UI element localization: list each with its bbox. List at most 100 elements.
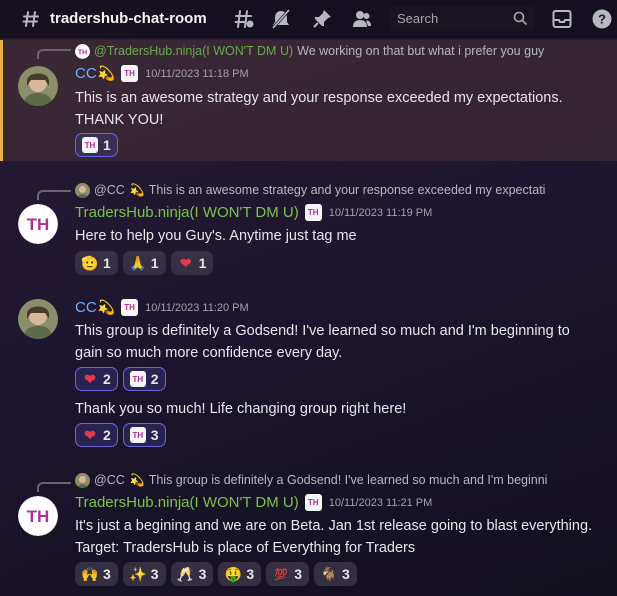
threads-hash-icon [20,8,42,30]
reaction-count: 3 [150,566,159,582]
goat-icon: 🐐 [320,565,338,582]
reply-preview[interactable]: TH @TradersHub.ninja(I WON'T DM U) We wo… [75,43,567,59]
reaction-count: 3 [150,427,159,443]
username[interactable]: CC [75,299,97,316]
sparkle-icon: 💫 [129,183,145,197]
reaction-heart[interactable]: ❤ 2 [75,367,118,391]
money-face-icon: 🤑 [224,565,243,582]
message[interactable]: @CC 💫 This is an awesome strategy and yo… [0,178,617,278]
reaction-count: 3 [341,566,350,582]
reaction-th[interactable]: TH 3 [122,423,166,447]
reaction-heart[interactable]: ❤ 2 [75,423,118,447]
avatar[interactable] [18,299,58,339]
heart-icon: ❤ [179,254,192,271]
message-text: Here to help you Guy's. Anytime just tag… [75,228,357,244]
message[interactable]: CC 💫 TH 10/11/2023 11:20 PM This group i… [0,292,617,452]
reply-preview[interactable]: @CC 💫 This is an awesome strategy and yo… [75,182,567,198]
username[interactable]: TradersHub.ninja(I WON'T DM U) [75,204,299,221]
reaction-th[interactable]: TH 1 [75,133,118,157]
sparkles-icon: ✨ [129,565,147,582]
notification-bell-muted-icon[interactable] [270,8,292,30]
message-text: This group is definitely a Godsend! I've… [75,323,570,361]
username[interactable]: TradersHub.ninja(I WON'T DM U) [75,494,299,511]
th-logo-icon: TH [129,370,147,388]
reply-connector [37,190,71,200]
reactions: TH 1 [75,133,118,157]
th-logo-icon: TH [81,136,99,154]
search-input[interactable]: Search [389,6,535,31]
reaction-hundred[interactable]: 💯 3 [266,562,309,586]
reaction-raised-hands[interactable]: 🙌 3 [75,562,118,586]
reaction-th[interactable]: TH 2 [122,367,166,391]
reply-avatar: TH [75,43,90,59]
reply-text: We working on that but what i prefer you… [297,44,545,58]
th-tag-icon: TH [121,65,139,82]
sparkle-icon: 💫 [97,299,116,315]
reactions: 🫡 1 🙏 1 ❤ 1 [75,251,214,275]
reaction-money-face[interactable]: 🤑 3 [218,562,262,586]
reaction-count: 1 [198,255,207,271]
reaction-count: 3 [294,566,302,582]
avatar[interactable] [18,66,58,106]
message-header: CC 💫 TH 10/11/2023 11:20 PM [75,299,249,316]
svg-text:?: ? [598,12,606,27]
pray-icon: 🙏 [129,254,147,271]
members-icon[interactable] [351,8,373,30]
reaction-goat[interactable]: 🐐 3 [313,562,357,586]
reaction-count: 3 [198,566,207,582]
timestamp[interactable]: 10/11/2023 11:19 PM [329,207,433,219]
reaction-count: 1 [103,255,111,271]
message-text: This is an awesome strategy and your res… [75,90,563,128]
timestamp[interactable]: 10/11/2023 11:21 PM [329,497,433,509]
reaction-count: 2 [103,371,111,387]
message-header: TradersHub.ninja(I WON'T DM U) TH 10/11/… [75,494,432,511]
search-placeholder: Search [397,11,439,26]
channel-name: tradershub-chat-room [50,10,207,27]
avatar[interactable]: TH [18,496,58,536]
reaction-count: 2 [150,371,159,387]
sparkle-icon: 💫 [97,65,116,81]
reaction-face[interactable]: 🫡 1 [75,251,118,275]
inbox-icon[interactable] [551,8,573,30]
reply-author[interactable]: @CC [94,473,125,487]
message[interactable]: TH @TradersHub.ninja(I WON'T DM U) We wo… [0,40,617,161]
reaction-sparkles[interactable]: ✨ 3 [122,562,166,586]
help-icon[interactable]: ? [591,8,613,30]
reaction-count: 3 [103,566,111,582]
reaction-count: 2 [103,427,111,443]
mention-highlight-bar [0,40,3,161]
timestamp[interactable]: 10/11/2023 11:20 PM [145,302,249,314]
reply-text: This is an awesome strategy and your res… [148,183,546,197]
reaction-cheers[interactable]: 🥂 3 [170,562,214,586]
svg-text:TH: TH [27,215,50,234]
message-header: CC 💫 TH 10/11/2023 11:18 PM [75,65,249,82]
heart-icon: ❤ [84,370,96,387]
reply-connector [37,482,71,492]
reaction-count: 1 [150,255,159,271]
reactions: ❤ 2 TH 3 [75,423,166,447]
svg-text:TH: TH [27,507,50,526]
channel-header: tradershub-chat-room Search ? [0,0,617,38]
username[interactable]: CC [75,65,97,82]
reaction-heart[interactable]: ❤ 1 [170,251,214,275]
reply-author[interactable]: @CC [94,183,125,197]
pin-icon[interactable] [311,8,333,30]
message-header: TradersHub.ninja(I WON'T DM U) TH 10/11/… [75,204,432,221]
svg-text:TH: TH [78,49,87,56]
reply-text: This group is definitely a Godsend! I've… [148,473,548,487]
avatar[interactable]: TH [18,204,58,244]
reply-preview[interactable]: @CC 💫 This group is definitely a Godsend… [75,472,567,488]
reply-author[interactable]: @TradersHub.ninja(I WON'T DM U) [94,44,293,58]
th-logo-icon: TH [129,426,147,444]
th-tag-icon: TH [121,299,139,316]
heart-icon: ❤ [84,426,96,443]
timestamp[interactable]: 10/11/2023 11:18 PM [145,68,249,80]
threads-icon[interactable] [233,8,255,30]
message-text-followup: Thank you so much! Life changing group r… [75,401,407,417]
message-text: It's just a begining and we are on Beta.… [75,518,593,556]
search-icon [513,11,528,29]
message[interactable]: @CC 💫 This group is definitely a Godsend… [0,466,617,594]
hundred-icon: 💯 [274,568,289,581]
th-tag-icon: TH [304,204,322,221]
reaction-pray[interactable]: 🙏 1 [122,251,166,275]
